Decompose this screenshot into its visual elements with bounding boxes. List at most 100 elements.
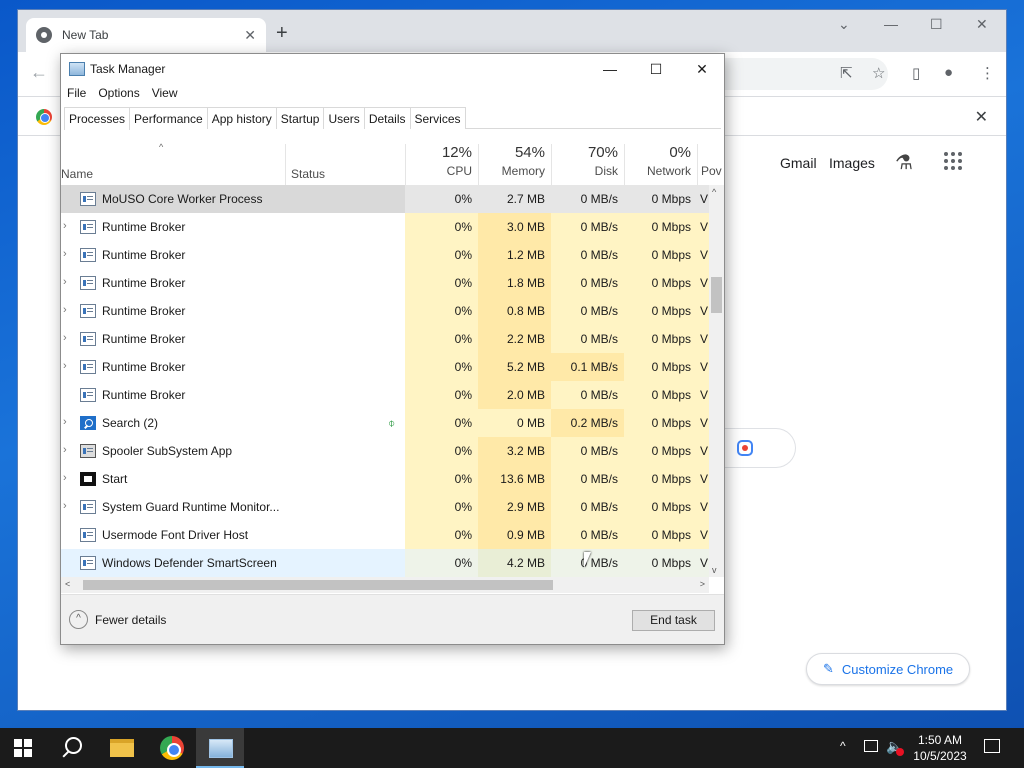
- gmail-link[interactable]: Gmail: [780, 155, 817, 171]
- process-name: Runtime Broker: [102, 360, 186, 374]
- process-row[interactable]: › Search (2) ⌽ 0% 0 MB 0.2 MB/s 0 Mbps V: [61, 409, 709, 437]
- process-row[interactable]: Windows Defender SmartScreen 0% 4.2 MB 0…: [61, 549, 709, 577]
- chrome-taskbar-icon[interactable]: [160, 736, 184, 760]
- taskbar-search-icon[interactable]: [61, 736, 83, 758]
- task-manager-titlebar[interactable]: Task Manager — ☐ ✕: [61, 54, 724, 84]
- tab-processes[interactable]: Processes: [64, 107, 131, 130]
- process-row[interactable]: › Runtime Broker 0% 2.2 MB 0 MB/s 0 Mbps…: [61, 325, 709, 353]
- share-icon[interactable]: ⇱: [840, 64, 853, 82]
- google-apps-icon[interactable]: [944, 152, 962, 170]
- info-bar-close-icon[interactable]: ✕: [975, 107, 988, 127]
- scroll-down-arrow-icon[interactable]: v: [712, 565, 717, 575]
- process-network: 0 Mbps: [624, 437, 697, 465]
- windows-start-icon[interactable]: [14, 739, 32, 757]
- horizontal-scroll-thumb[interactable]: [83, 580, 553, 590]
- expand-chevron-icon[interactable]: ›: [63, 416, 67, 428]
- disk-label: Disk: [594, 164, 618, 178]
- profile-avatar-icon[interactable]: ●: [944, 64, 953, 81]
- column-header-cpu[interactable]: 12% CPU: [405, 144, 478, 186]
- process-row[interactable]: Usermode Font Driver Host 0% 0.9 MB 0 MB…: [61, 521, 709, 549]
- system-clock[interactable]: 1:50 AM 10/5/2023: [910, 732, 970, 764]
- process-name: Usermode Font Driver Host: [102, 528, 249, 542]
- side-panel-icon[interactable]: ▯: [912, 64, 920, 82]
- process-row[interactable]: › Start 0% 13.6 MB 0 MB/s 0 Mbps V: [61, 465, 709, 493]
- chrome-close-button[interactable]: ✕: [976, 16, 988, 33]
- expand-chevron-icon[interactable]: ›: [63, 248, 67, 260]
- customize-chrome-button[interactable]: ✎ Customize Chrome: [806, 653, 971, 685]
- show-hidden-icons-chevron-icon[interactable]: ^: [840, 739, 846, 753]
- tab-details[interactable]: Details: [363, 107, 411, 129]
- labs-flask-icon[interactable]: ⚗: [895, 150, 913, 175]
- column-header-memory[interactable]: 54% Memory: [478, 144, 551, 186]
- tab-users[interactable]: Users: [323, 107, 365, 129]
- new-tab-button[interactable]: +: [276, 22, 288, 45]
- images-link[interactable]: Images: [829, 155, 875, 171]
- chrome-minimize-button[interactable]: —: [884, 16, 898, 32]
- process-name: Runtime Broker: [102, 332, 186, 346]
- expand-chevron-icon[interactable]: ›: [63, 472, 67, 484]
- chrome-menu-icon[interactable]: ⋮: [980, 64, 995, 82]
- scroll-up-arrow-icon[interactable]: ^: [712, 187, 716, 197]
- process-name: Windows Defender SmartScreen: [102, 556, 277, 570]
- process-memory: 1.8 MB: [478, 269, 551, 297]
- scroll-right-arrow-icon[interactable]: >: [700, 579, 705, 589]
- expand-chevron-icon[interactable]: ›: [63, 332, 67, 344]
- expand-chevron-icon[interactable]: ›: [63, 304, 67, 316]
- column-header-power[interactable]: Pov: [697, 144, 724, 186]
- menu-options[interactable]: Options: [92, 84, 145, 104]
- menu-file[interactable]: File: [61, 84, 92, 104]
- tab-app-history[interactable]: App history: [206, 107, 277, 129]
- fewer-details-button[interactable]: ^ Fewer details: [69, 610, 166, 629]
- process-network: 0 Mbps: [624, 241, 697, 269]
- column-header-disk[interactable]: 70% Disk: [551, 144, 624, 186]
- column-header-status[interactable]: Status: [291, 167, 325, 181]
- maximize-button[interactable]: ☐: [633, 58, 679, 80]
- chrome-maximize-button[interactable]: ☐: [930, 16, 943, 33]
- tab-startup[interactable]: Startup: [275, 107, 325, 129]
- expand-chevron-icon[interactable]: ›: [63, 276, 67, 288]
- process-row[interactable]: › Spooler SubSystem App 0% 3.2 MB 0 MB/s…: [61, 437, 709, 465]
- tab-services[interactable]: Services: [409, 107, 466, 129]
- file-explorer-icon[interactable]: [110, 739, 134, 757]
- chrome-tab-new-tab[interactable]: New Tab ✕: [26, 18, 266, 52]
- volume-muted-badge-icon: [896, 748, 904, 756]
- process-row[interactable]: › Runtime Broker 0% 0.8 MB 0 MB/s 0 Mbps…: [61, 297, 709, 325]
- mouse-cursor-icon: [584, 552, 596, 568]
- menu-view[interactable]: View: [146, 84, 184, 104]
- process-row[interactable]: MoUSO Core Worker Process 0% 2.7 MB 0 MB…: [61, 185, 709, 213]
- scroll-left-arrow-icon[interactable]: <: [65, 579, 70, 589]
- expand-chevron-icon[interactable]: ›: [63, 444, 67, 456]
- expand-chevron-icon[interactable]: ›: [63, 360, 67, 372]
- process-cpu: 0%: [405, 241, 478, 269]
- close-tab-icon[interactable]: ✕: [244, 27, 256, 44]
- process-memory: 2.7 MB: [478, 185, 551, 213]
- process-row[interactable]: Runtime Broker 0% 2.0 MB 0 MB/s 0 Mbps V: [61, 381, 709, 409]
- process-network: 0 Mbps: [624, 381, 697, 409]
- process-memory: 0 MB: [478, 409, 551, 437]
- vertical-scroll-thumb[interactable]: [711, 277, 722, 313]
- close-button[interactable]: ✕: [679, 58, 725, 80]
- vertical-scrollbar[interactable]: ^ v: [709, 185, 724, 577]
- process-row[interactable]: › Runtime Broker 0% 5.2 MB 0.1 MB/s 0 Mb…: [61, 353, 709, 381]
- tab-performance[interactable]: Performance: [129, 107, 208, 129]
- back-arrow-icon[interactable]: ←: [30, 62, 48, 83]
- process-disk: 0 MB/s: [551, 213, 624, 241]
- column-header-name[interactable]: Name: [61, 167, 93, 181]
- notification-center-icon[interactable]: [984, 739, 1000, 753]
- process-row[interactable]: › System Guard Runtime Monitor... 0% 2.9…: [61, 493, 709, 521]
- expand-chevron-icon[interactable]: ›: [63, 220, 67, 232]
- column-header-network[interactable]: 0% Network: [624, 144, 697, 186]
- bookmark-star-icon[interactable]: ☆: [872, 64, 885, 82]
- process-row[interactable]: › Runtime Broker 0% 3.0 MB 0 MB/s 0 Mbps…: [61, 213, 709, 241]
- minimize-button[interactable]: —: [587, 58, 633, 80]
- task-manager-taskbar-icon[interactable]: [196, 728, 244, 768]
- google-lens-icon[interactable]: [737, 440, 753, 456]
- network-icon[interactable]: [864, 740, 878, 752]
- expand-chevron-icon[interactable]: ›: [63, 500, 67, 512]
- horizontal-scrollbar[interactable]: < >: [61, 577, 709, 593]
- process-row[interactable]: › Runtime Broker 0% 1.2 MB 0 MB/s 0 Mbps…: [61, 241, 709, 269]
- end-task-button[interactable]: End task: [632, 610, 715, 631]
- process-row[interactable]: › Runtime Broker 0% 1.8 MB 0 MB/s 0 Mbps…: [61, 269, 709, 297]
- process-power: V: [697, 465, 709, 493]
- tab-search-dropdown-icon[interactable]: ⌄: [838, 16, 850, 33]
